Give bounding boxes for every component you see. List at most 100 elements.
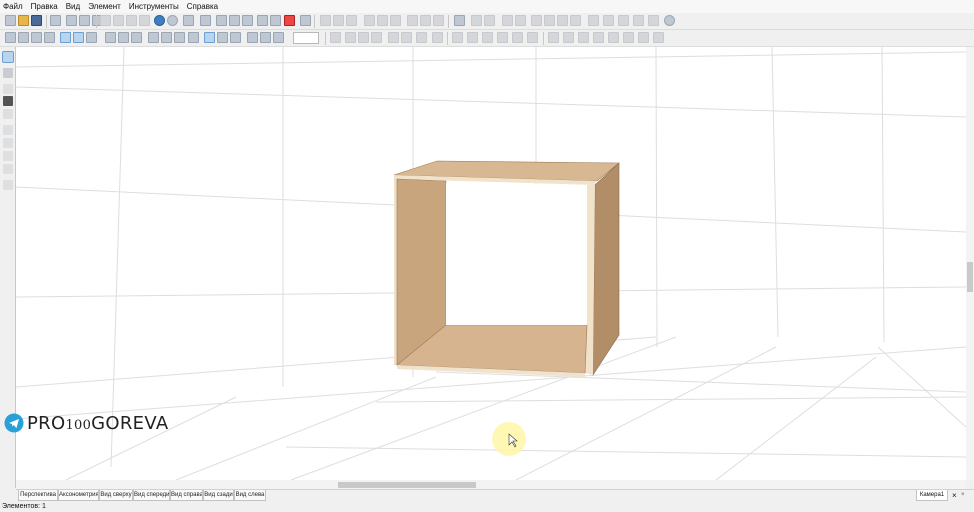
tab-right-view[interactable]: Вид справа [170, 490, 203, 501]
eye-view-icon[interactable] [188, 32, 199, 43]
align-middle-icon[interactable] [377, 15, 388, 26]
arrange-3-icon[interactable] [482, 32, 493, 43]
delete-icon[interactable] [139, 15, 150, 26]
material-icon[interactable] [148, 32, 159, 43]
pointer-icon[interactable] [2, 51, 14, 63]
view-perspective-icon[interactable] [86, 32, 97, 43]
view-front-icon[interactable] [18, 32, 29, 43]
render-2-icon[interactable] [118, 32, 129, 43]
tool-10-icon[interactable] [3, 180, 13, 190]
move-tool-icon[interactable] [3, 68, 13, 78]
print-icon[interactable] [66, 15, 77, 26]
rotate-3-icon[interactable] [433, 15, 444, 26]
menu-tools[interactable]: Инструменты [129, 0, 179, 13]
show-icon[interactable] [618, 15, 629, 26]
copy-icon[interactable] [113, 15, 124, 26]
tab-back-view[interactable]: Вид сзади [203, 490, 234, 501]
stop-icon[interactable] [284, 15, 295, 26]
lamp-icon[interactable] [131, 32, 142, 43]
refresh-icon[interactable] [531, 15, 542, 26]
paste-icon[interactable] [126, 15, 137, 26]
view-back-icon[interactable] [44, 32, 55, 43]
hatch-icon[interactable] [174, 32, 185, 43]
distribute-3-icon[interactable] [570, 15, 581, 26]
rotate-2-icon[interactable] [420, 15, 431, 26]
globe-icon[interactable] [154, 15, 165, 26]
panel-2-icon[interactable] [229, 15, 240, 26]
open-file-icon[interactable] [18, 15, 29, 26]
edge-7-icon[interactable] [638, 32, 649, 43]
view-top-icon[interactable] [60, 32, 71, 43]
tab-axonometry[interactable]: Аксонометрия [58, 490, 99, 501]
edge-6-icon[interactable] [623, 32, 634, 43]
layers-icon[interactable] [588, 15, 599, 26]
arrange-5-icon[interactable] [512, 32, 523, 43]
cut-icon[interactable] [100, 15, 111, 26]
rotate-icon[interactable] [407, 15, 418, 26]
grid-icon[interactable] [454, 15, 465, 26]
tab-left-view[interactable]: Вид слева [234, 490, 266, 501]
person-icon[interactable] [230, 32, 241, 43]
import-icon[interactable] [50, 15, 61, 26]
menu-edit[interactable]: Правка [31, 0, 58, 13]
vertical-scroll-thumb[interactable] [967, 262, 973, 292]
size-icon[interactable] [330, 32, 341, 43]
view-right-icon[interactable] [31, 32, 42, 43]
edge-3-icon[interactable] [578, 32, 589, 43]
move-icon[interactable] [183, 15, 194, 26]
save-icon[interactable] [31, 15, 42, 26]
panel-close-icon[interactable]: × [961, 490, 965, 501]
dimension-2-icon[interactable] [401, 32, 412, 43]
dimension-3-icon[interactable] [416, 32, 427, 43]
copy-tool-icon[interactable] [3, 109, 13, 119]
camera-close-icon[interactable]: × [952, 490, 957, 501]
align-bottom-icon[interactable] [390, 15, 401, 26]
tool-6-icon[interactable] [3, 125, 13, 135]
tab-front-view[interactable]: Вид спереди [133, 490, 170, 501]
camera-tab[interactable]: Камера1 [916, 490, 948, 501]
view-left-icon[interactable] [5, 32, 16, 43]
tab-top-view[interactable]: Вид сверху [99, 490, 133, 501]
panel-3-icon[interactable] [242, 15, 253, 26]
sigma-icon[interactable] [300, 15, 311, 26]
edge-2-icon[interactable] [563, 32, 574, 43]
arrange-2-icon[interactable] [467, 32, 478, 43]
new-file-icon[interactable] [5, 15, 16, 26]
menu-file[interactable]: Файл [3, 0, 23, 13]
hide-icon[interactable] [603, 15, 614, 26]
vertical-scrollbar[interactable] [966, 47, 974, 480]
edge-8-icon[interactable] [653, 32, 664, 43]
eye-icon[interactable] [633, 15, 644, 26]
zoom-icon[interactable] [273, 32, 284, 43]
texture-icon[interactable] [161, 32, 172, 43]
cabinet-icon[interactable] [257, 15, 268, 26]
distribute-icon[interactable] [544, 15, 555, 26]
tab-perspective[interactable]: Перспектива [18, 490, 58, 501]
tool-7-icon[interactable] [3, 138, 13, 148]
dimension-4-icon[interactable] [432, 32, 443, 43]
size-3-icon[interactable] [358, 32, 369, 43]
up-icon[interactable] [515, 15, 526, 26]
view-iso-icon[interactable] [73, 32, 84, 43]
align-left-icon[interactable] [320, 15, 331, 26]
snap-icon[interactable] [471, 15, 482, 26]
drawer-icon[interactable] [270, 15, 281, 26]
align-center-icon[interactable] [333, 15, 344, 26]
print-preview-icon[interactable] [79, 15, 90, 26]
tool-9-icon[interactable] [3, 164, 13, 174]
sound-icon[interactable] [217, 32, 228, 43]
align-right-icon[interactable] [346, 15, 357, 26]
arrange-icon[interactable] [452, 32, 463, 43]
select-view-icon[interactable] [204, 32, 215, 43]
properties-icon[interactable] [200, 15, 211, 26]
3d-viewport[interactable] [16, 47, 966, 480]
render-icon[interactable] [105, 32, 116, 43]
horizontal-scrollbar[interactable] [16, 480, 966, 489]
menu-help[interactable]: Справка [187, 0, 218, 13]
horizontal-scroll-thumb[interactable] [338, 482, 476, 488]
align-top-icon[interactable] [364, 15, 375, 26]
dimension-icon[interactable] [388, 32, 399, 43]
eye-2-icon[interactable] [648, 15, 659, 26]
edge-4-icon[interactable] [593, 32, 604, 43]
orbit-icon[interactable] [247, 32, 258, 43]
